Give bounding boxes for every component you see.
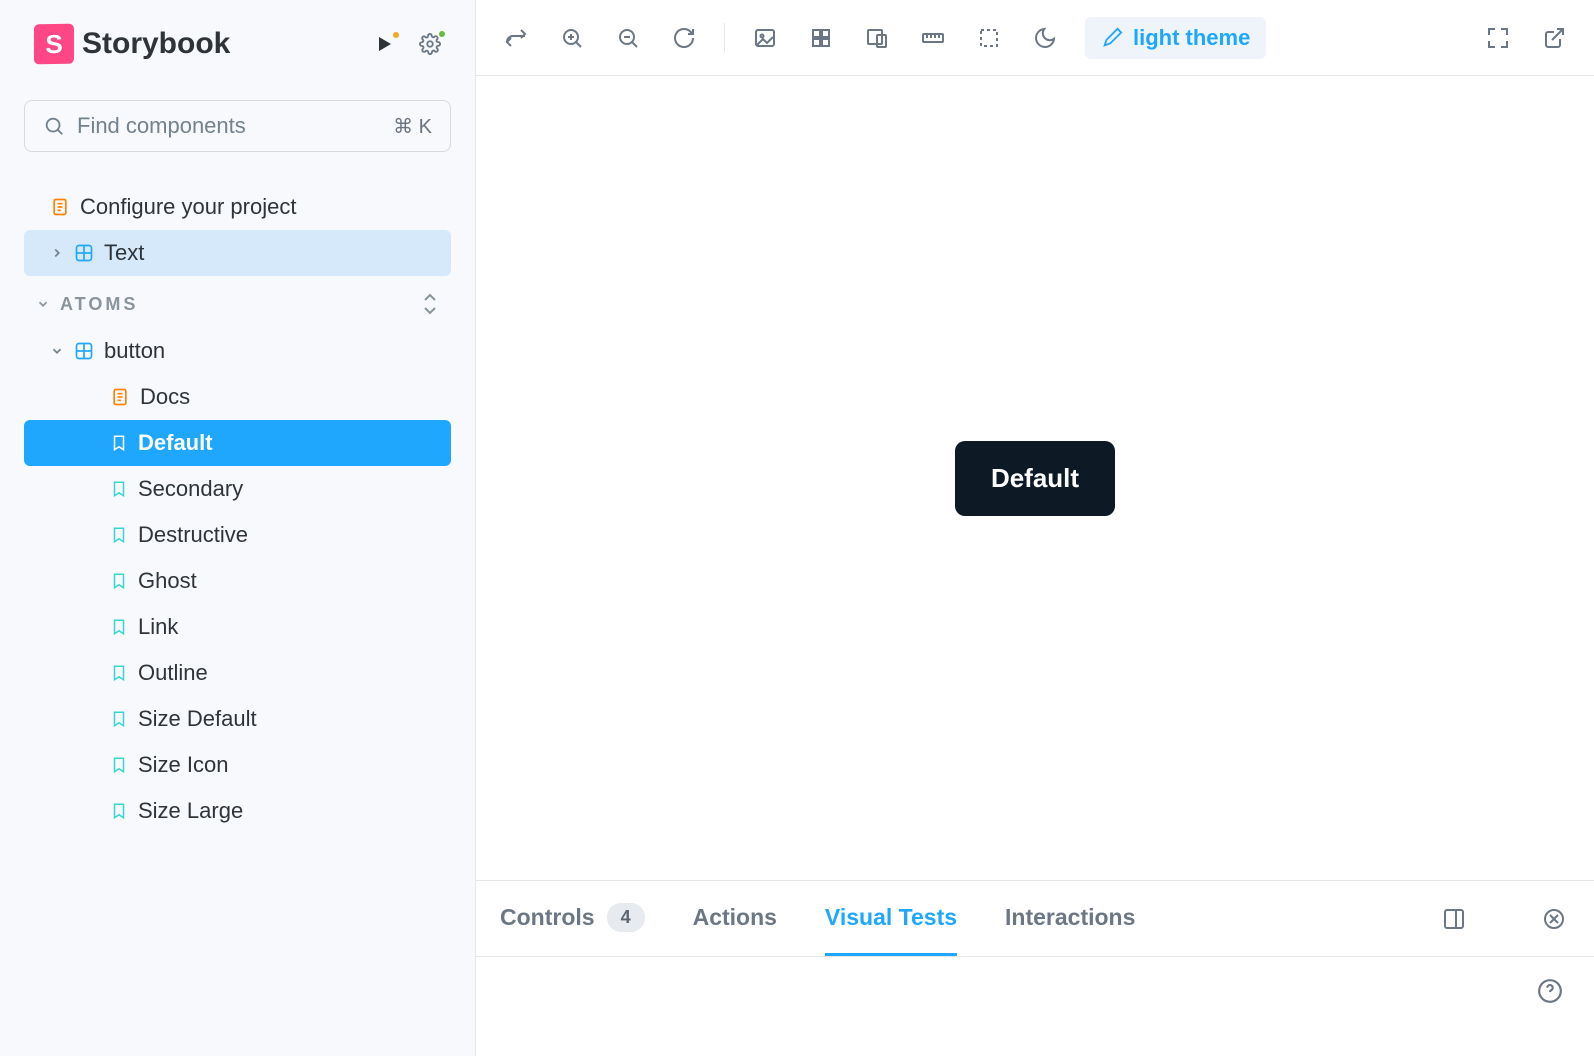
document-icon xyxy=(110,387,130,407)
search-box[interactable]: ⌘ K xyxy=(24,100,451,152)
component-icon xyxy=(74,243,94,263)
sidebar-item-label: Size Default xyxy=(138,706,257,732)
theme-switcher[interactable]: light theme xyxy=(1085,17,1266,59)
tab-label: Actions xyxy=(693,904,777,931)
sidebar-item-story-ghost[interactable]: Ghost xyxy=(24,558,451,604)
run-tests-icon[interactable] xyxy=(375,34,395,54)
background-icon[interactable] xyxy=(749,22,781,54)
storybook-logo-text: Storybook xyxy=(82,27,230,61)
preview-canvas: Default xyxy=(476,76,1594,880)
bookmark-icon xyxy=(110,617,128,637)
sidebar-section-atoms[interactable]: ATOMS xyxy=(24,276,451,328)
sidebar-item-story-size-icon[interactable]: Size Icon xyxy=(24,742,451,788)
sidebar: S Storybook ⌘ K Configure your project xyxy=(0,0,476,1056)
search-input[interactable] xyxy=(77,113,393,139)
sidebar-item-label: Link xyxy=(138,614,178,640)
collapse-expand-icon[interactable] xyxy=(421,292,439,316)
measure-icon[interactable] xyxy=(917,22,949,54)
controls-count-badge: 4 xyxy=(607,903,645,932)
tab-label: Controls xyxy=(500,904,595,931)
storybook-logo[interactable]: S Storybook xyxy=(34,24,230,64)
sidebar-item-story-link[interactable]: Link xyxy=(24,604,451,650)
sidebar-item-story-default[interactable]: Default xyxy=(24,420,451,466)
search-icon xyxy=(43,115,65,137)
paintbrush-icon xyxy=(1101,27,1123,49)
settings-icon[interactable] xyxy=(419,33,441,55)
fullscreen-icon[interactable] xyxy=(1482,22,1514,54)
chevron-down-icon xyxy=(50,344,64,358)
preview-button-default[interactable]: Default xyxy=(955,441,1115,516)
bookmark-icon xyxy=(110,479,128,499)
tab-controls[interactable]: Controls 4 xyxy=(500,881,645,956)
zoom-reset-icon[interactable] xyxy=(668,22,700,54)
viewport-icon[interactable] xyxy=(861,22,893,54)
help-icon[interactable] xyxy=(1534,975,1566,1007)
theme-label: light theme xyxy=(1133,25,1250,51)
toolbar-separator xyxy=(724,23,725,53)
sidebar-item-label: button xyxy=(104,338,165,364)
sidebar-item-label: Default xyxy=(138,430,213,456)
storybook-logo-mark: S xyxy=(34,24,74,65)
document-icon xyxy=(50,197,70,217)
sidebar-item-story-outline[interactable]: Outline xyxy=(24,650,451,696)
zoom-out-icon[interactable] xyxy=(612,22,644,54)
sidebar-item-story-size-large[interactable]: Size Large xyxy=(24,788,451,834)
main-panel: light theme Default Controls 4 Actions xyxy=(476,0,1594,1056)
tab-visual-tests[interactable]: Visual Tests xyxy=(825,881,957,956)
open-external-icon[interactable] xyxy=(1538,22,1570,54)
chevron-right-icon xyxy=(50,246,64,260)
tab-interactions[interactable]: Interactions xyxy=(1005,881,1135,956)
outline-icon[interactable] xyxy=(973,22,1005,54)
sidebar-item-docs[interactable]: Docs xyxy=(24,374,451,420)
bookmark-icon xyxy=(110,663,128,683)
sidebar-item-label: Configure your project xyxy=(80,194,296,220)
sidebar-item-configure[interactable]: Configure your project xyxy=(24,184,451,230)
sidebar-item-label: Destructive xyxy=(138,522,248,548)
bookmark-icon xyxy=(110,801,128,821)
bookmark-icon xyxy=(110,525,128,545)
sidebar-item-label: Text xyxy=(104,240,144,266)
sidebar-item-label: Outline xyxy=(138,660,208,686)
zoom-in-icon[interactable] xyxy=(556,22,588,54)
panel-orientation-icon[interactable] xyxy=(1438,903,1470,935)
tab-label: Interactions xyxy=(1005,904,1135,931)
sidebar-item-label: Docs xyxy=(140,384,190,410)
sidebar-item-story-destructive[interactable]: Destructive xyxy=(24,512,451,558)
sidebar-item-label: Size Large xyxy=(138,798,243,824)
search-shortcut: ⌘ K xyxy=(393,114,432,139)
tab-label: Visual Tests xyxy=(825,904,957,931)
grid-icon[interactable] xyxy=(805,22,837,54)
remount-icon[interactable] xyxy=(500,22,532,54)
status-dot-warning xyxy=(391,30,401,40)
sidebar-item-label: Secondary xyxy=(138,476,243,502)
sidebar-item-label: Ghost xyxy=(138,568,197,594)
sidebar-header: S Storybook xyxy=(24,24,451,64)
chevron-down-icon xyxy=(36,297,50,311)
canvas-toolbar: light theme xyxy=(476,0,1594,76)
bookmark-icon xyxy=(110,433,128,453)
component-icon xyxy=(74,341,94,361)
sidebar-item-button-group[interactable]: button xyxy=(24,328,451,374)
status-dot-ok xyxy=(437,29,447,39)
sidebar-item-story-secondary[interactable]: Secondary xyxy=(24,466,451,512)
tab-actions[interactable]: Actions xyxy=(693,881,777,956)
section-label: ATOMS xyxy=(60,294,138,315)
sidebar-header-actions xyxy=(375,33,441,55)
addons-panel: Controls 4 Actions Visual Tests Interact… xyxy=(476,880,1594,1056)
sidebar-item-label: Size Icon xyxy=(138,752,229,778)
bookmark-icon xyxy=(110,709,128,729)
dark-mode-icon[interactable] xyxy=(1029,22,1061,54)
sidebar-item-story-size-default[interactable]: Size Default xyxy=(24,696,451,742)
bookmark-icon xyxy=(110,571,128,591)
bookmark-icon xyxy=(110,755,128,775)
addons-body xyxy=(476,957,1594,1056)
close-panel-icon[interactable] xyxy=(1538,903,1570,935)
sidebar-item-text[interactable]: Text xyxy=(24,230,451,276)
addons-tabs: Controls 4 Actions Visual Tests Interact… xyxy=(476,881,1594,957)
navigation-tree: Configure your project Text ATOMS xyxy=(24,184,451,1056)
